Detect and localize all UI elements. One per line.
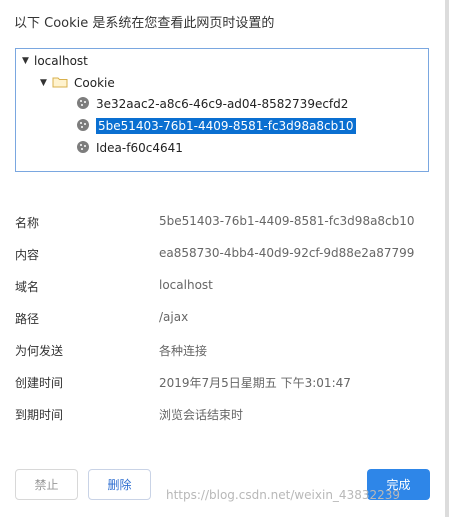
detail-value: 5be51403-76b1-4409-8581-fc3d98a8cb10 bbox=[159, 214, 415, 228]
delete-button[interactable]: 删除 bbox=[88, 469, 151, 500]
watermark-text: https://blog.csdn.net/weixin_43832239 bbox=[166, 488, 401, 502]
detail-value: /ajax bbox=[159, 310, 189, 324]
tree-root-label: localhost bbox=[34, 54, 88, 68]
detail-value: localhost bbox=[159, 278, 213, 292]
detail-label: 内容 bbox=[15, 248, 40, 262]
right-edge-scrollbar bbox=[445, 0, 449, 517]
detail-label: 名称 bbox=[15, 216, 40, 230]
detail-label: 为何发送 bbox=[15, 344, 64, 358]
folder-icon bbox=[52, 76, 68, 91]
detail-label: 创建时间 bbox=[15, 376, 64, 390]
tree-cookie-item-selected[interactable]: 5be51403-76b1-4409-8581-fc3d98a8cb10 bbox=[76, 116, 356, 136]
block-button[interactable]: 禁止 bbox=[15, 469, 78, 500]
tree-cookie-item[interactable]: Idea-f60c4641 bbox=[76, 138, 183, 158]
cookie-icon bbox=[76, 118, 90, 135]
tree-cookie-item[interactable]: 3e32aac2-a8c6-46c9-ad04-8582739ecfd2 bbox=[76, 94, 348, 114]
tree-folder-cookie[interactable]: ▼ Cookie bbox=[40, 73, 115, 93]
detail-label: 域名 bbox=[15, 280, 40, 294]
tree-folder-label: Cookie bbox=[74, 76, 115, 90]
detail-value: ea858730-4bb4-40d9-92cf-9d88e2a87799 bbox=[159, 246, 415, 260]
cookie-tree[interactable]: ▼ localhost ▼ Cookie 3e32aac2-a8c6-46c9-… bbox=[15, 48, 429, 172]
detail-label: 到期时间 bbox=[15, 408, 64, 422]
expand-triangle-icon[interactable]: ▼ bbox=[40, 78, 52, 88]
cookie-icon bbox=[76, 140, 90, 157]
dialog-title: 以下 Cookie 是系统在您查看此网页时设置的 bbox=[14, 16, 275, 31]
detail-label: 路径 bbox=[15, 312, 40, 326]
detail-value: 浏览会话结束时 bbox=[159, 408, 244, 422]
detail-value: 各种连接 bbox=[159, 344, 208, 358]
tree-root[interactable]: ▼ localhost bbox=[22, 51, 88, 71]
tree-cookie-label: Idea-f60c4641 bbox=[96, 141, 183, 155]
tree-cookie-label: 5be51403-76b1-4409-8581-fc3d98a8cb10 bbox=[96, 118, 356, 134]
cookie-icon bbox=[76, 96, 90, 113]
detail-value: 2019年7月5日星期五 下午3:01:47 bbox=[159, 376, 351, 390]
expand-triangle-icon[interactable]: ▼ bbox=[22, 56, 34, 66]
tree-cookie-label: 3e32aac2-a8c6-46c9-ad04-8582739ecfd2 bbox=[96, 97, 349, 111]
